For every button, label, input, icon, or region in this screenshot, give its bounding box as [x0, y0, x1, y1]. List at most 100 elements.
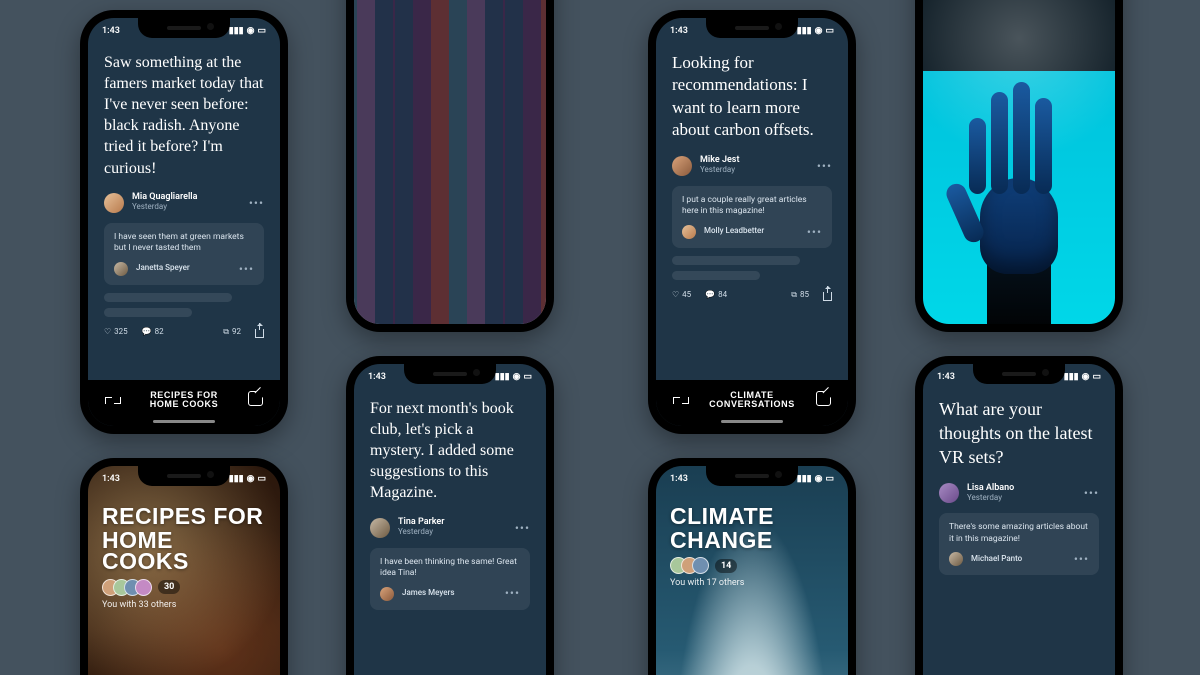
signal-icon: ▮▮▮	[495, 372, 510, 382]
home-indicator	[153, 420, 215, 423]
status-icons: ▮▮▮ ◉ ▭	[797, 26, 834, 36]
share-icon	[823, 292, 832, 301]
author-row[interactable]: Tina Parker Yesterday •••	[370, 518, 530, 538]
loading-skeleton	[672, 256, 832, 280]
more-icon[interactable]: •••	[1074, 551, 1089, 567]
reply-author: James Meyers	[402, 588, 454, 599]
notch	[706, 18, 798, 38]
wifi-icon: ◉	[815, 474, 823, 484]
wifi-icon: ◉	[247, 26, 255, 36]
share-button[interactable]	[255, 327, 264, 336]
more-icon[interactable]: •••	[249, 196, 264, 210]
avatar	[672, 156, 692, 176]
more-icon[interactable]: •••	[239, 261, 254, 277]
nav-title[interactable]: CLIMATE CONVERSATIONS	[692, 391, 812, 410]
share-icon	[255, 329, 264, 338]
post-time: Yesterday	[967, 494, 1076, 503]
wifi-icon: ◉	[247, 474, 255, 484]
status-icons: ▮▮▮ ◉ ▭	[229, 474, 266, 484]
like-button[interactable]: ♡ 325	[104, 327, 128, 336]
battery-icon: ▭	[257, 26, 266, 36]
home-indicator	[721, 420, 783, 423]
phone-post-bookclub: 1:43 ▮▮▮ ◉ ▭ For next month's book club,…	[346, 356, 554, 675]
avatar	[114, 262, 128, 276]
reply-card[interactable]: I have been thinking the same! Great ide…	[370, 548, 530, 610]
wifi-icon: ◉	[1082, 372, 1090, 382]
more-icon[interactable]: •••	[817, 159, 832, 173]
reply-author: Molly Leadbetter	[704, 226, 764, 237]
cover-subtitle: You with 33 others	[102, 600, 266, 610]
compose-button[interactable]	[812, 391, 834, 410]
post-time: Yesterday	[700, 166, 809, 175]
bottom-nav: RECIPES FOR HOME COOKS	[88, 380, 280, 426]
signal-icon: ▮▮▮	[229, 474, 244, 484]
more-icon[interactable]: •••	[807, 224, 822, 240]
cover-title-line2: CHANGE	[670, 530, 834, 552]
reply-card[interactable]: There's some amazing articles about it i…	[939, 513, 1099, 575]
reply-text: I have seen them at green markets but I …	[114, 232, 254, 255]
more-icon[interactable]: •••	[515, 521, 530, 535]
notch	[404, 364, 496, 384]
compose-icon	[816, 391, 831, 406]
battery-icon: ▭	[825, 474, 834, 484]
status-icons: ▮▮▮ ◉ ▭	[229, 26, 266, 36]
avatar	[380, 587, 394, 601]
comment-button[interactable]: 💬 82	[142, 327, 164, 336]
reply-author: Janetta Speyer	[136, 263, 190, 274]
battery-icon: ▭	[257, 474, 266, 484]
author-row[interactable]: Lisa Albano Yesterday •••	[939, 483, 1099, 503]
author-row[interactable]: Mike Jest Yesterday •••	[672, 156, 832, 176]
phone-post-recipes: 1:43 ▮▮▮ ◉ ▭ Saw something at the famers…	[80, 10, 288, 434]
post-body[interactable]: Looking for recommendations: I want to l…	[672, 52, 832, 142]
avatar	[939, 483, 959, 503]
reply-card[interactable]: I have seen them at green markets but I …	[104, 223, 264, 285]
nav-title[interactable]: RECIPES FOR HOME COOKS	[124, 391, 244, 410]
post-body[interactable]: Saw something at the famers market today…	[104, 52, 264, 179]
post-time: Yesterday	[398, 528, 507, 537]
expand-icon[interactable]	[670, 392, 692, 408]
signal-icon: ▮▮▮	[797, 26, 812, 36]
member-stack[interactable]: 14	[670, 557, 834, 574]
compose-button[interactable]	[244, 391, 266, 410]
more-icon[interactable]: •••	[505, 585, 520, 601]
reply-card[interactable]: I put a couple really great articles her…	[672, 186, 832, 248]
avatar	[370, 518, 390, 538]
member-stack[interactable]: 30	[102, 579, 266, 596]
status-time: 1:43	[670, 474, 688, 484]
copy-button[interactable]: ⧉ 92	[223, 327, 241, 337]
member-count: 30	[158, 580, 180, 594]
post-time: Yesterday	[132, 203, 241, 212]
reaction-bar: ♡ 325 💬 82 ⧉ 92	[104, 323, 264, 337]
reply-text: I put a couple really great articles her…	[682, 195, 822, 218]
hand-illustration	[959, 54, 1079, 324]
wifi-icon: ◉	[513, 372, 521, 382]
signal-icon: ▮▮▮	[797, 474, 812, 484]
expand-icon[interactable]	[102, 392, 124, 408]
reaction-bar: ♡ 45 💬 84 ⧉ 85	[672, 286, 832, 300]
cover-title-line1: RECIPES FOR	[102, 506, 266, 528]
phone-cover-bookclub: BOOK CLUB 39 You with 42 others	[346, 0, 554, 332]
phone-cover-recipes: 1:43 ▮▮▮ ◉ ▭ RECIPES FOR HOME COOKS 30 Y…	[80, 458, 288, 675]
bottom-nav: CLIMATE CONVERSATIONS	[656, 380, 848, 426]
more-icon[interactable]: •••	[1084, 486, 1099, 500]
post-body[interactable]: What are your thoughts on the latest VR …	[939, 398, 1099, 469]
like-button[interactable]: ♡ 45	[672, 290, 691, 299]
post-body[interactable]: For next month's book club, let's pick a…	[370, 398, 530, 504]
avatar	[682, 225, 696, 239]
battery-icon: ▭	[523, 372, 532, 382]
battery-icon: ▭	[825, 26, 834, 36]
notch	[706, 466, 798, 486]
signal-icon: ▮▮▮	[229, 26, 244, 36]
share-button[interactable]	[823, 290, 832, 299]
status-time: 1:43	[102, 26, 120, 36]
status-icons: ▮▮▮ ◉ ▭	[797, 474, 834, 484]
compose-icon	[248, 391, 263, 406]
status-time: 1:43	[937, 372, 955, 382]
comment-button[interactable]: 💬 84	[705, 290, 727, 299]
author-row[interactable]: Mia Quagliarella Yesterday •••	[104, 193, 264, 213]
cover-title-line2: HOME COOKS	[102, 530, 266, 573]
reply-text: There's some amazing articles about it i…	[949, 522, 1089, 545]
status-icons: ▮▮▮ ◉ ▭	[495, 372, 532, 382]
status-time: 1:43	[102, 474, 120, 484]
copy-button[interactable]: ⧉ 85	[791, 290, 809, 300]
